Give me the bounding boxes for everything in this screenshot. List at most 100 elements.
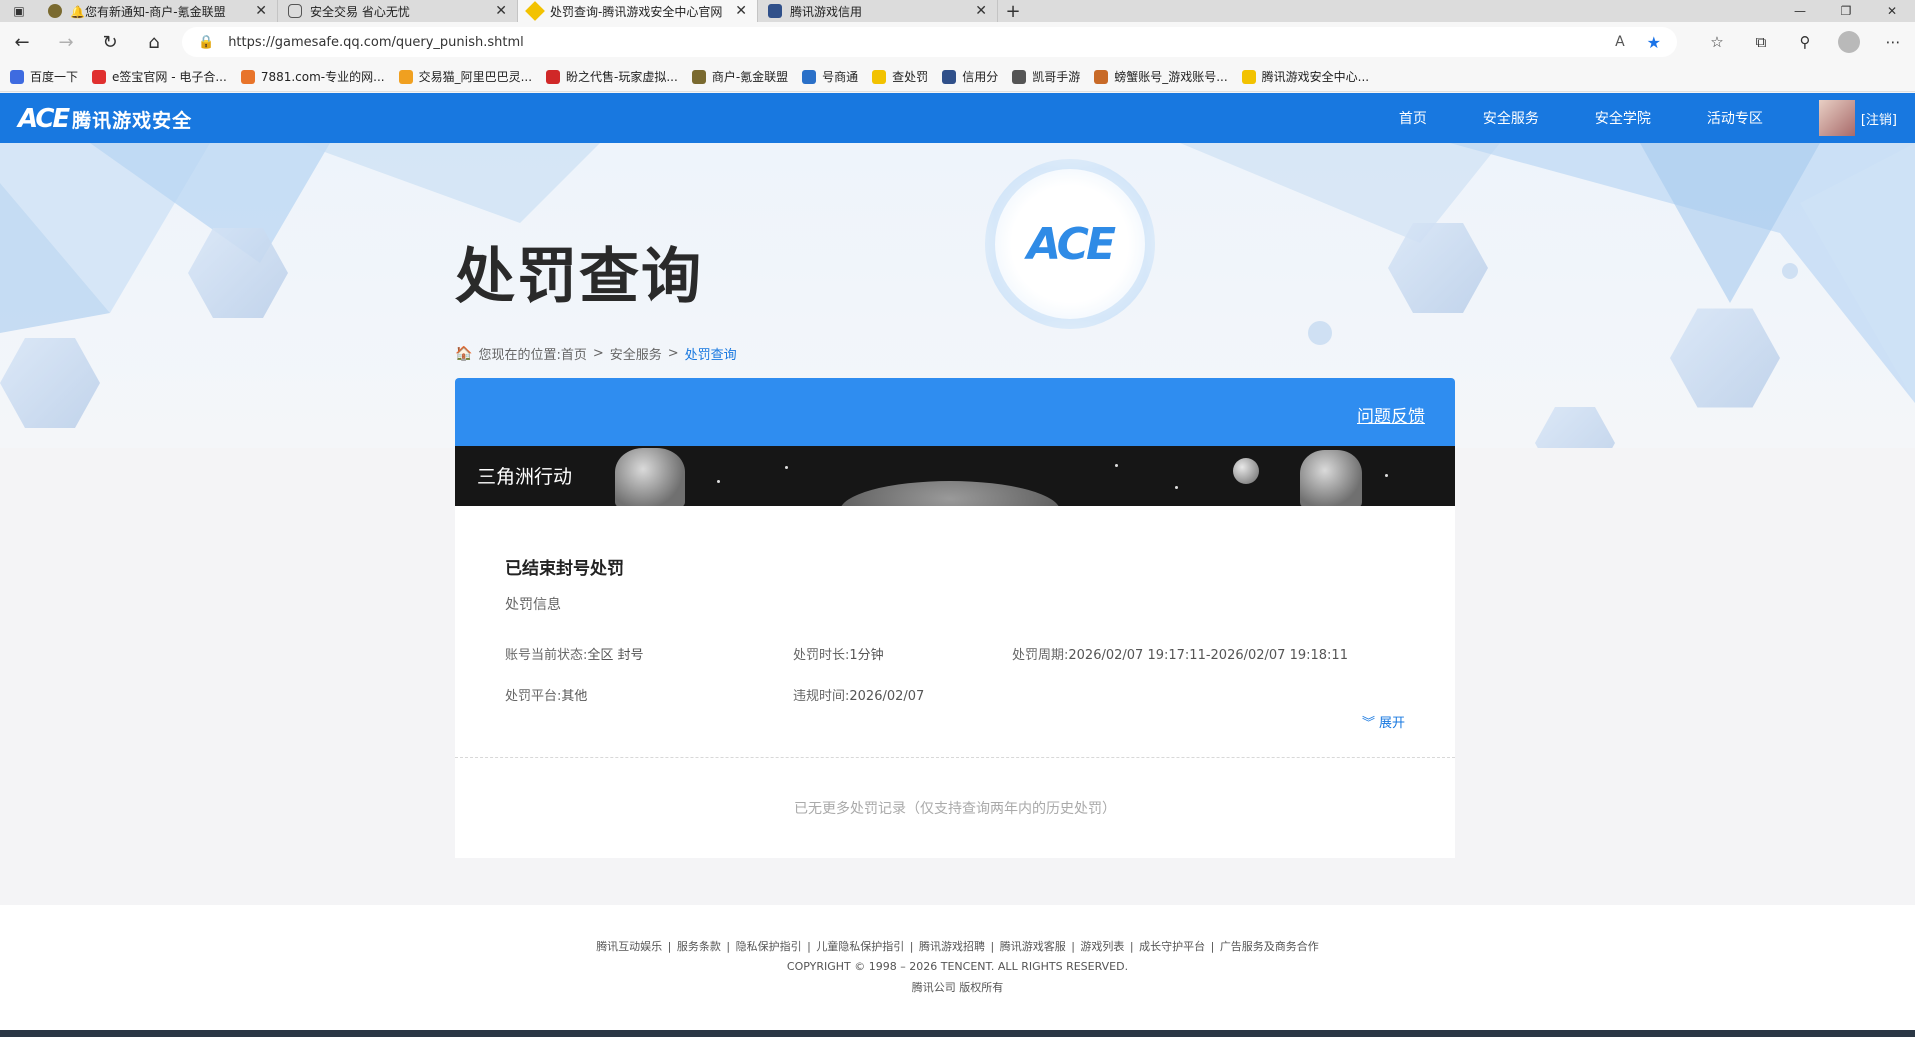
- bookmark-item[interactable]: 腾讯游戏安全中心...: [1241, 68, 1370, 85]
- bookmark-item[interactable]: 查处罚: [872, 68, 928, 85]
- field-account-status: 账号当前状态:全区 封号: [505, 644, 644, 663]
- minimize-icon[interactable]: —: [1777, 0, 1823, 22]
- bookmark-item[interactable]: 信用分: [942, 68, 998, 85]
- footer-link[interactable]: 腾讯游戏招聘: [919, 940, 985, 953]
- bookmark-item[interactable]: 商户-氪金联盟: [691, 68, 789, 85]
- bookmark-label: 腾讯游戏安全中心...: [1261, 70, 1370, 84]
- footer-link[interactable]: 服务条款: [677, 940, 721, 953]
- bookmark-label: 信用分: [962, 70, 999, 84]
- tab-label: 处罚查询-腾讯游戏安全中心官网: [550, 4, 723, 19]
- site-nav: 首页 安全服务 安全学院 活动专区 [注销]: [1399, 93, 1915, 143]
- nav-security-academy[interactable]: 安全学院: [1595, 108, 1651, 128]
- bookmark-item[interactable]: e签宝官网 - 电子合...: [92, 68, 227, 85]
- footer-link[interactable]: 游戏列表: [1080, 940, 1124, 953]
- address-bar[interactable]: 🔒 https://gamesafe.qq.com/query_punish.s…: [182, 27, 1677, 57]
- field-label: 处罚周期:: [1012, 648, 1069, 663]
- home-icon[interactable]: ⌂: [132, 22, 176, 62]
- footer-separator: |: [664, 940, 675, 953]
- breadcrumb-item-home[interactable]: 首页: [561, 344, 587, 363]
- footer-link[interactable]: 腾讯互动娱乐: [596, 940, 662, 953]
- back-icon[interactable]: ←: [0, 22, 44, 62]
- no-more-records: 已无更多处罚记录（仅支持查询两年内的历史处罚）: [455, 758, 1455, 858]
- panel-header: 问题反馈: [455, 378, 1455, 446]
- nav-activities[interactable]: 活动专区: [1707, 108, 1763, 128]
- tab-close-icon[interactable]: ✕: [975, 3, 987, 19]
- forward-icon[interactable]: →: [44, 22, 88, 62]
- url-text[interactable]: https://gamesafe.qq.com/query_punish.sht…: [228, 35, 1593, 50]
- bookmark-label: 凯哥手游: [1032, 70, 1081, 84]
- bookmark-item[interactable]: 交易猫_阿里巴巴灵...: [398, 68, 533, 85]
- profile-icon[interactable]: [1827, 22, 1871, 62]
- bookmark-favicon-icon: [240, 69, 255, 84]
- browser-tab[interactable]: 🔔您有新通知-商户-氪金联盟 ✕: [38, 0, 278, 22]
- bookmark-favicon-icon: [10, 69, 24, 84]
- footer-link[interactable]: 隐私保护指引: [736, 940, 802, 953]
- restore-icon[interactable]: ❐: [1823, 0, 1869, 22]
- punish-record: 已结束封号处罚 处罚信息 账号当前状态:全区 封号 处罚时长:1分钟 处罚周期:…: [455, 506, 1455, 758]
- bookmark-item[interactable]: 盼之代售-玩家虚拟...: [546, 68, 678, 85]
- footer-link[interactable]: 成长守护平台: [1139, 940, 1205, 953]
- bookmark-label: 百度一下: [30, 70, 79, 84]
- bookmark-label: 盼之代售-玩家虚拟...: [566, 70, 678, 84]
- footer-separator: |: [906, 940, 917, 953]
- bookmark-item[interactable]: 号商通: [802, 68, 858, 85]
- bookmark-favicon-icon: [92, 69, 107, 84]
- bookmark-item[interactable]: 凯哥手游: [1012, 68, 1080, 85]
- feedback-link[interactable]: 问题反馈: [1357, 402, 1425, 427]
- collections-icon[interactable]: ⧉: [1739, 22, 1783, 62]
- browser-tab-active[interactable]: 处罚查询-腾讯游戏安全中心官网 ✕: [518, 0, 758, 22]
- close-window-icon[interactable]: ✕: [1869, 0, 1915, 22]
- extensions-icon[interactable]: ⚲: [1783, 22, 1827, 62]
- bookmark-item[interactable]: 百度一下: [10, 68, 78, 85]
- user-avatar[interactable]: [1818, 100, 1855, 136]
- breadcrumb-item-security-service[interactable]: 安全服务: [610, 344, 662, 363]
- site-logo[interactable]: ACE 腾讯游戏安全: [18, 104, 192, 134]
- breadcrumb-separator: >: [667, 346, 679, 361]
- footer-separator: |: [987, 940, 998, 953]
- astronaut-illustration: [1300, 450, 1362, 506]
- favorites-icon[interactable]: ☆: [1695, 22, 1739, 62]
- bookmark-label: 查处罚: [892, 70, 929, 84]
- tab-actions-icon[interactable]: ▣: [0, 0, 38, 22]
- nav-security-service[interactable]: 安全服务: [1483, 108, 1539, 128]
- read-aloud-icon[interactable]: A: [1615, 34, 1625, 50]
- logout-link[interactable]: [注销]: [1861, 109, 1897, 128]
- bookmark-favicon-icon: [398, 69, 413, 84]
- user-area: [注销]: [1818, 100, 1897, 136]
- field-value: 1分钟: [849, 648, 884, 663]
- refresh-icon[interactable]: ↻: [88, 22, 132, 62]
- logo-ace-text: ACE: [18, 104, 70, 134]
- browser-tab-strip: ▣ 🔔您有新通知-商户-氪金联盟 ✕ 安全交易 省心无忧 ✕ 处罚查询-腾讯游戏…: [0, 0, 1915, 22]
- expand-button[interactable]: ︾ 展开: [1362, 712, 1405, 731]
- footer-link[interactable]: 腾讯游戏客服: [1000, 940, 1066, 953]
- breadcrumb-item-current[interactable]: 处罚查询: [685, 344, 737, 363]
- new-tab-icon[interactable]: +: [998, 0, 1028, 22]
- browser-tab[interactable]: 腾讯游戏信用 ✕: [758, 0, 998, 22]
- tab-close-icon[interactable]: ✕: [255, 3, 267, 19]
- tab-label: 腾讯游戏信用: [790, 4, 863, 19]
- star-dot: [1115, 464, 1118, 467]
- favorite-star-icon[interactable]: ★: [1647, 33, 1661, 52]
- footer-link[interactable]: 广告服务及商务合作: [1220, 940, 1319, 953]
- bookmark-item[interactable]: 螃蟹账号_游戏账号...: [1094, 68, 1228, 85]
- lock-icon[interactable]: 🔒: [198, 35, 214, 50]
- bookmark-label: 交易猫_阿里巴巴灵...: [418, 70, 533, 84]
- tab-close-icon[interactable]: ✕: [495, 3, 507, 19]
- bookmark-item[interactable]: 7881.com-专业的网...: [240, 68, 385, 85]
- tab-close-icon[interactable]: ✕: [735, 3, 747, 19]
- astronaut-illustration: [615, 448, 685, 506]
- breadcrumb-prefix: 您现在的位置:: [478, 348, 561, 363]
- browser-tab[interactable]: 安全交易 省心无忧 ✕: [278, 0, 518, 22]
- star-dot: [785, 466, 788, 469]
- bookmark-label: 商户-氪金联盟: [711, 70, 789, 84]
- field-label: 处罚平台:: [505, 689, 562, 704]
- field-label: 账号当前状态:: [505, 648, 588, 663]
- nav-home[interactable]: 首页: [1399, 108, 1427, 128]
- more-menu-icon[interactable]: ⋯: [1871, 22, 1915, 62]
- taskbar-strip: [0, 1030, 1915, 1037]
- planet-illustration: [840, 481, 1060, 506]
- field-violation-time: 违规时间:2026/02/07: [793, 685, 924, 704]
- footer-link[interactable]: 儿童隐私保护指引: [816, 940, 904, 953]
- tab-favicon-icon: [525, 1, 545, 21]
- footer-links: 腾讯互动娱乐 | 服务条款 | 隐私保护指引 | 儿童隐私保护指引 | 腾讯游戏…: [0, 938, 1915, 954]
